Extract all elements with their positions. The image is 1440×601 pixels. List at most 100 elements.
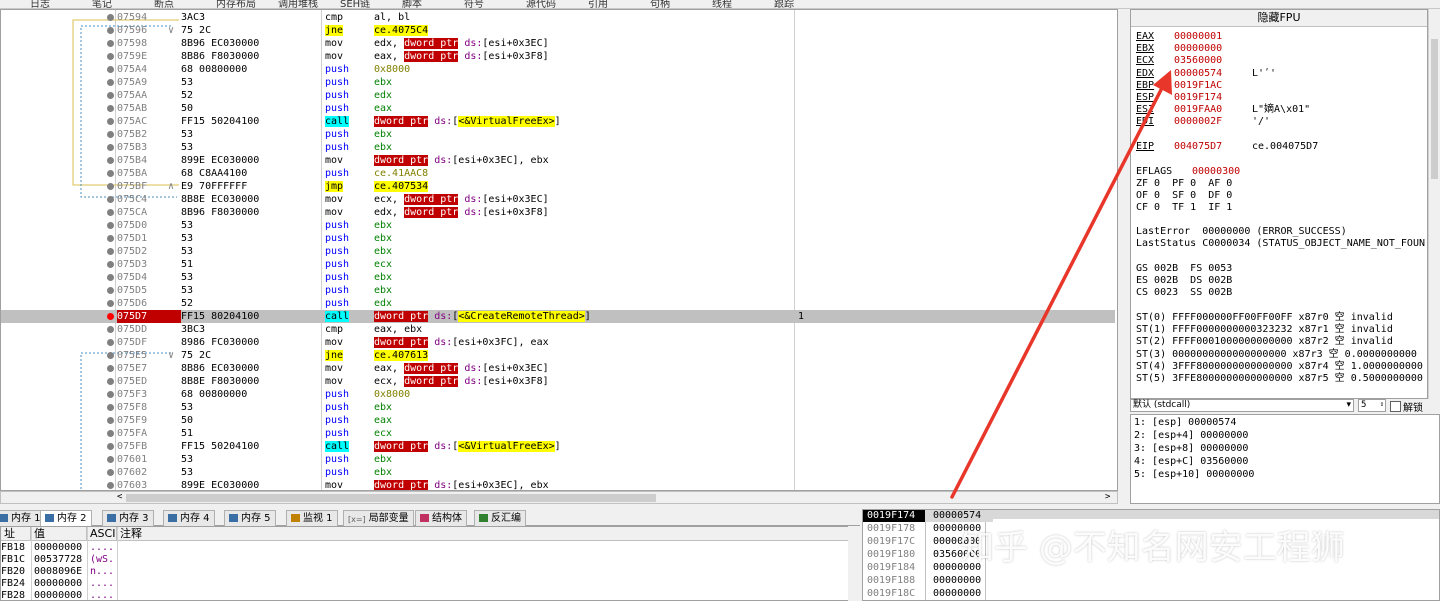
stack-row[interactable]: 0019F18C 00000000 bbox=[863, 587, 993, 600]
breakpoint-slot[interactable] bbox=[107, 14, 114, 21]
disasm-row[interactable]: 075DF 8986 FC030000 mov dword ptr ds:[esi+0… bbox=[1, 336, 1115, 349]
top-tab[interactable]: 句柄 bbox=[650, 0, 670, 8]
breakpoint-slot[interactable] bbox=[107, 443, 114, 450]
register-value[interactable]: 0019F1AC bbox=[1174, 80, 1252, 92]
tab-9[interactable]: 反汇编 bbox=[474, 510, 526, 526]
breakpoint-slot[interactable] bbox=[107, 300, 114, 307]
disasm-row[interactable]: 075B3 53 push ebx bbox=[1, 141, 1115, 154]
breakpoint-slot[interactable] bbox=[107, 482, 114, 489]
register-value[interactable]: 0019F174 bbox=[1174, 92, 1252, 104]
register-value[interactable]: 03560000 bbox=[1174, 55, 1252, 67]
disasm-row[interactable]: 075AA 52 push edx bbox=[1, 89, 1115, 102]
top-tab[interactable]: 脚本 bbox=[402, 0, 422, 8]
breakpoint-slot[interactable] bbox=[107, 170, 114, 177]
disasm-row[interactable]: 075A9 53 push ebx bbox=[1, 76, 1115, 89]
breakpoint-slot[interactable] bbox=[107, 105, 114, 112]
mem-col-header[interactable]: 址 bbox=[1, 527, 31, 541]
tab-2[interactable]: 内存 2 bbox=[40, 510, 92, 526]
disasm-row[interactable]: 07601 53 push ebx bbox=[1, 453, 1115, 466]
breakpoint-slot[interactable] bbox=[107, 196, 114, 203]
breakpoint-slot[interactable] bbox=[107, 157, 114, 164]
fpu-row[interactable]: ST(5) 3FFE8000000000000000 x87r5 空 0.500… bbox=[1136, 373, 1423, 385]
disasm-row[interactable]: 075D4 53 push ebx bbox=[1, 271, 1115, 284]
disasm-row[interactable]: 07596 ∨ 75 2C jne ce.4075C4 bbox=[1, 24, 1115, 37]
disassembly-vscrollbar[interactable] bbox=[1118, 9, 1128, 504]
breakpoint-slot[interactable] bbox=[107, 339, 114, 346]
call-arg-row[interactable]: 3: [esp+8] 00000000 bbox=[1134, 442, 1248, 455]
scroll-right-arrow[interactable]: > bbox=[1105, 492, 1110, 502]
call-arg-row[interactable]: 2: [esp+4] 00000000 bbox=[1134, 429, 1248, 442]
register-row[interactable]: ESI 0019FAA0 L"嫡A\x01" bbox=[1136, 104, 1310, 116]
disasm-row[interactable]: 075D2 53 push ebx bbox=[1, 245, 1115, 258]
memory-vscrollbar[interactable] bbox=[848, 526, 860, 601]
disasm-row[interactable]: 07603 899E EC030000 mov dword ptr ds:[esi+0… bbox=[1, 479, 1115, 490]
breakpoint-slot[interactable] bbox=[107, 248, 114, 255]
top-tab[interactable]: 断点 bbox=[154, 0, 174, 8]
breakpoint-slot[interactable] bbox=[107, 235, 114, 242]
tab-8[interactable]: 结构体 bbox=[415, 510, 467, 526]
disasm-row[interactable]: 075B4 899E EC030000 mov dword ptr ds:[esi+0… bbox=[1, 154, 1115, 167]
register-value[interactable]: 00000001 bbox=[1174, 31, 1252, 43]
tab-3[interactable]: 内存 3 bbox=[102, 510, 154, 526]
breakpoint-slot[interactable] bbox=[107, 274, 114, 281]
unlock-checkbox[interactable] bbox=[1390, 401, 1401, 412]
top-tab[interactable]: 内存布局 bbox=[216, 0, 256, 8]
breakpoint-slot[interactable] bbox=[107, 131, 114, 138]
breakpoint-slot[interactable] bbox=[107, 66, 114, 73]
call-convention-select[interactable]: 默认 (stdcall) ▾ bbox=[1130, 399, 1354, 412]
segment-row[interactable]: ES 002B DS 002B bbox=[1136, 275, 1232, 287]
disasm-row[interactable]: 075E5 ∨ 75 2C jne ce.407613 bbox=[1, 349, 1115, 362]
breakpoint-slot[interactable] bbox=[107, 391, 114, 398]
disasm-row[interactable]: 075AC FF15 50204100 call dword ptr ds:[<&Vi… bbox=[1, 115, 1115, 128]
memory-dump[interactable]: 址值 ASCI 注释 FB18 00000000.... FB1C 00537728 (wS.… bbox=[0, 526, 860, 601]
disasm-row[interactable]: 075F9 50 push eax bbox=[1, 414, 1115, 427]
eflags-row[interactable]: EFLAGS 00000300 bbox=[1136, 166, 1270, 178]
stack-row[interactable]: 0019F188 00000000 bbox=[863, 574, 993, 587]
breakpoint-slot[interactable] bbox=[107, 183, 114, 190]
breakpoint-slot[interactable] bbox=[107, 469, 114, 476]
tab-1[interactable]: 内存 1 bbox=[0, 510, 46, 526]
disasm-row[interactable]: 075DD 3BC3 cmp eax, ebx bbox=[1, 323, 1115, 336]
register-value[interactable]: 00000574 bbox=[1174, 68, 1252, 80]
breakpoint-slot[interactable] bbox=[107, 378, 114, 385]
breakpoint-slot[interactable] bbox=[107, 222, 114, 229]
tab-7[interactable]: [x=] 局部变量 bbox=[343, 510, 414, 526]
flag-row[interactable]: OF 0 SF 0 DF 0 bbox=[1136, 190, 1232, 202]
disasm-row[interactable]: 07594 3AC3 cmp al, bl bbox=[1, 11, 1115, 24]
disasm-row[interactable]: 075CA 8B96 F8030000 mov edx, dword ptr ds:[… bbox=[1, 206, 1115, 219]
top-tab[interactable]: 日志 bbox=[30, 0, 50, 8]
fpu-row[interactable]: ST(4) 3FFF8000000000000000 x87r4 空 1.000… bbox=[1136, 361, 1423, 373]
fpu-row[interactable]: ST(3) 0000000000000000000 x87r3 空 0.0000… bbox=[1136, 349, 1417, 361]
breakpoint-slot[interactable] bbox=[107, 92, 114, 99]
disasm-row[interactable]: 075D5 53 push ebx bbox=[1, 284, 1115, 297]
breakpoint-slot[interactable] bbox=[107, 365, 114, 372]
disasm-row[interactable]: 075FA 51 push ecx bbox=[1, 427, 1115, 440]
register-row[interactable]: EAX 00000001 bbox=[1136, 31, 1252, 43]
register-value[interactable]: 00000300 bbox=[1192, 166, 1270, 178]
call-arg-row[interactable]: 1: [esp] 00000574 bbox=[1134, 416, 1236, 429]
top-tab[interactable]: 源代码 bbox=[526, 0, 556, 8]
register-row-eip[interactable]: EIP 004075D7 ce.004075D7 bbox=[1136, 141, 1318, 153]
disasm-row[interactable]: 075A4 68 00800000 push 0x8000 bbox=[1, 63, 1115, 76]
breakpoint-slot[interactable] bbox=[107, 118, 114, 125]
arg-count-spinner[interactable]: 5 ⇕ bbox=[1358, 399, 1386, 412]
top-tab[interactable]: 符号 bbox=[464, 0, 484, 8]
disasm-row[interactable]: 075F8 53 push ebx bbox=[1, 401, 1115, 414]
mem-col-header[interactable]: 值 bbox=[31, 527, 87, 541]
breakpoint-slot[interactable] bbox=[107, 352, 114, 359]
breakpoint-slot[interactable] bbox=[107, 209, 114, 216]
breakpoint-slot[interactable] bbox=[107, 430, 114, 437]
disasm-row[interactable]: 075AB 50 push eax bbox=[1, 102, 1115, 115]
disasm-row[interactable]: 075BF ∧ E9 70FFFFFF jmp ce.407534 bbox=[1, 180, 1115, 193]
register-row[interactable]: ESP 0019F174 bbox=[1136, 92, 1252, 104]
top-tab[interactable]: 调用堆栈 bbox=[278, 0, 318, 8]
disasm-row[interactable]: 075D0 53 push ebx bbox=[1, 219, 1115, 232]
flag-row[interactable]: CF 0 TF 1 IF 1 bbox=[1136, 202, 1232, 214]
disasm-row[interactable]: 075F3 68 00800000 push 0x8000 bbox=[1, 388, 1115, 401]
tab-4[interactable]: 内存 4 bbox=[163, 510, 215, 526]
disasm-row[interactable]: 07598 8B96 EC030000 mov edx, dword ptr ds:[… bbox=[1, 37, 1115, 50]
disasm-row[interactable]: 075FB FF15 50204100 call dword ptr ds:[<&Vi… bbox=[1, 440, 1115, 453]
mem-col-header[interactable]: ASCI bbox=[87, 527, 117, 541]
fpu-row[interactable]: ST(2) FFFF0001000000000000 x87r2 空 inval… bbox=[1136, 336, 1393, 348]
breakpoint-slot[interactable] bbox=[107, 326, 114, 333]
